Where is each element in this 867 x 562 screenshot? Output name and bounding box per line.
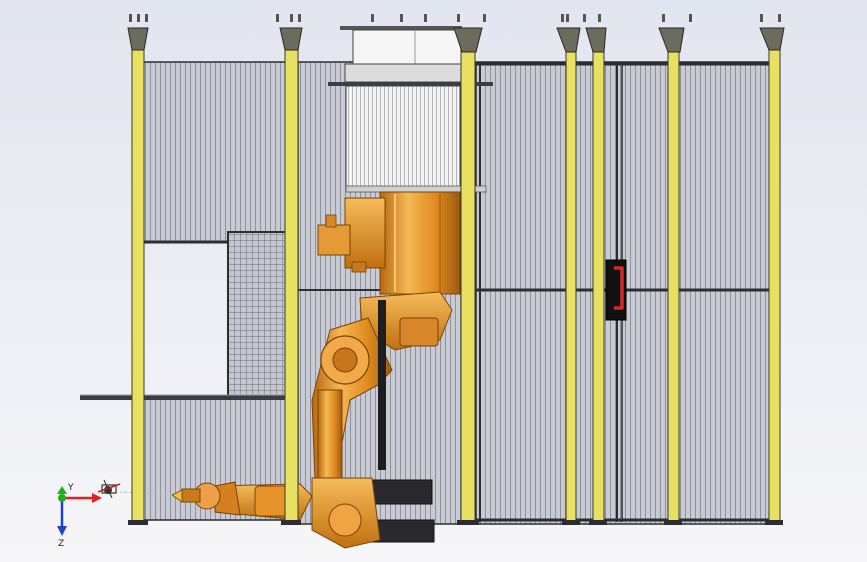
triad-origin: [58, 494, 66, 502]
x-axis-arrow: [92, 493, 102, 503]
fence-panel[interactable]: [227, 231, 291, 399]
access-door[interactable]: [605, 259, 627, 321]
y-axis-arrow: [57, 486, 67, 494]
post-bolts: [129, 14, 781, 22]
robot-cell-scene[interactable]: [0, 0, 867, 562]
z-axis-arrow: [57, 526, 67, 536]
cad-viewport[interactable]: Y Z: [0, 0, 867, 562]
fence-panel[interactable]: [142, 61, 291, 243]
z-axis-label: Z: [58, 539, 64, 549]
orientation-triad[interactable]: Y Z: [48, 480, 118, 550]
y-axis-label: Y: [67, 483, 74, 493]
fence-shelf[interactable]: [80, 395, 290, 400]
